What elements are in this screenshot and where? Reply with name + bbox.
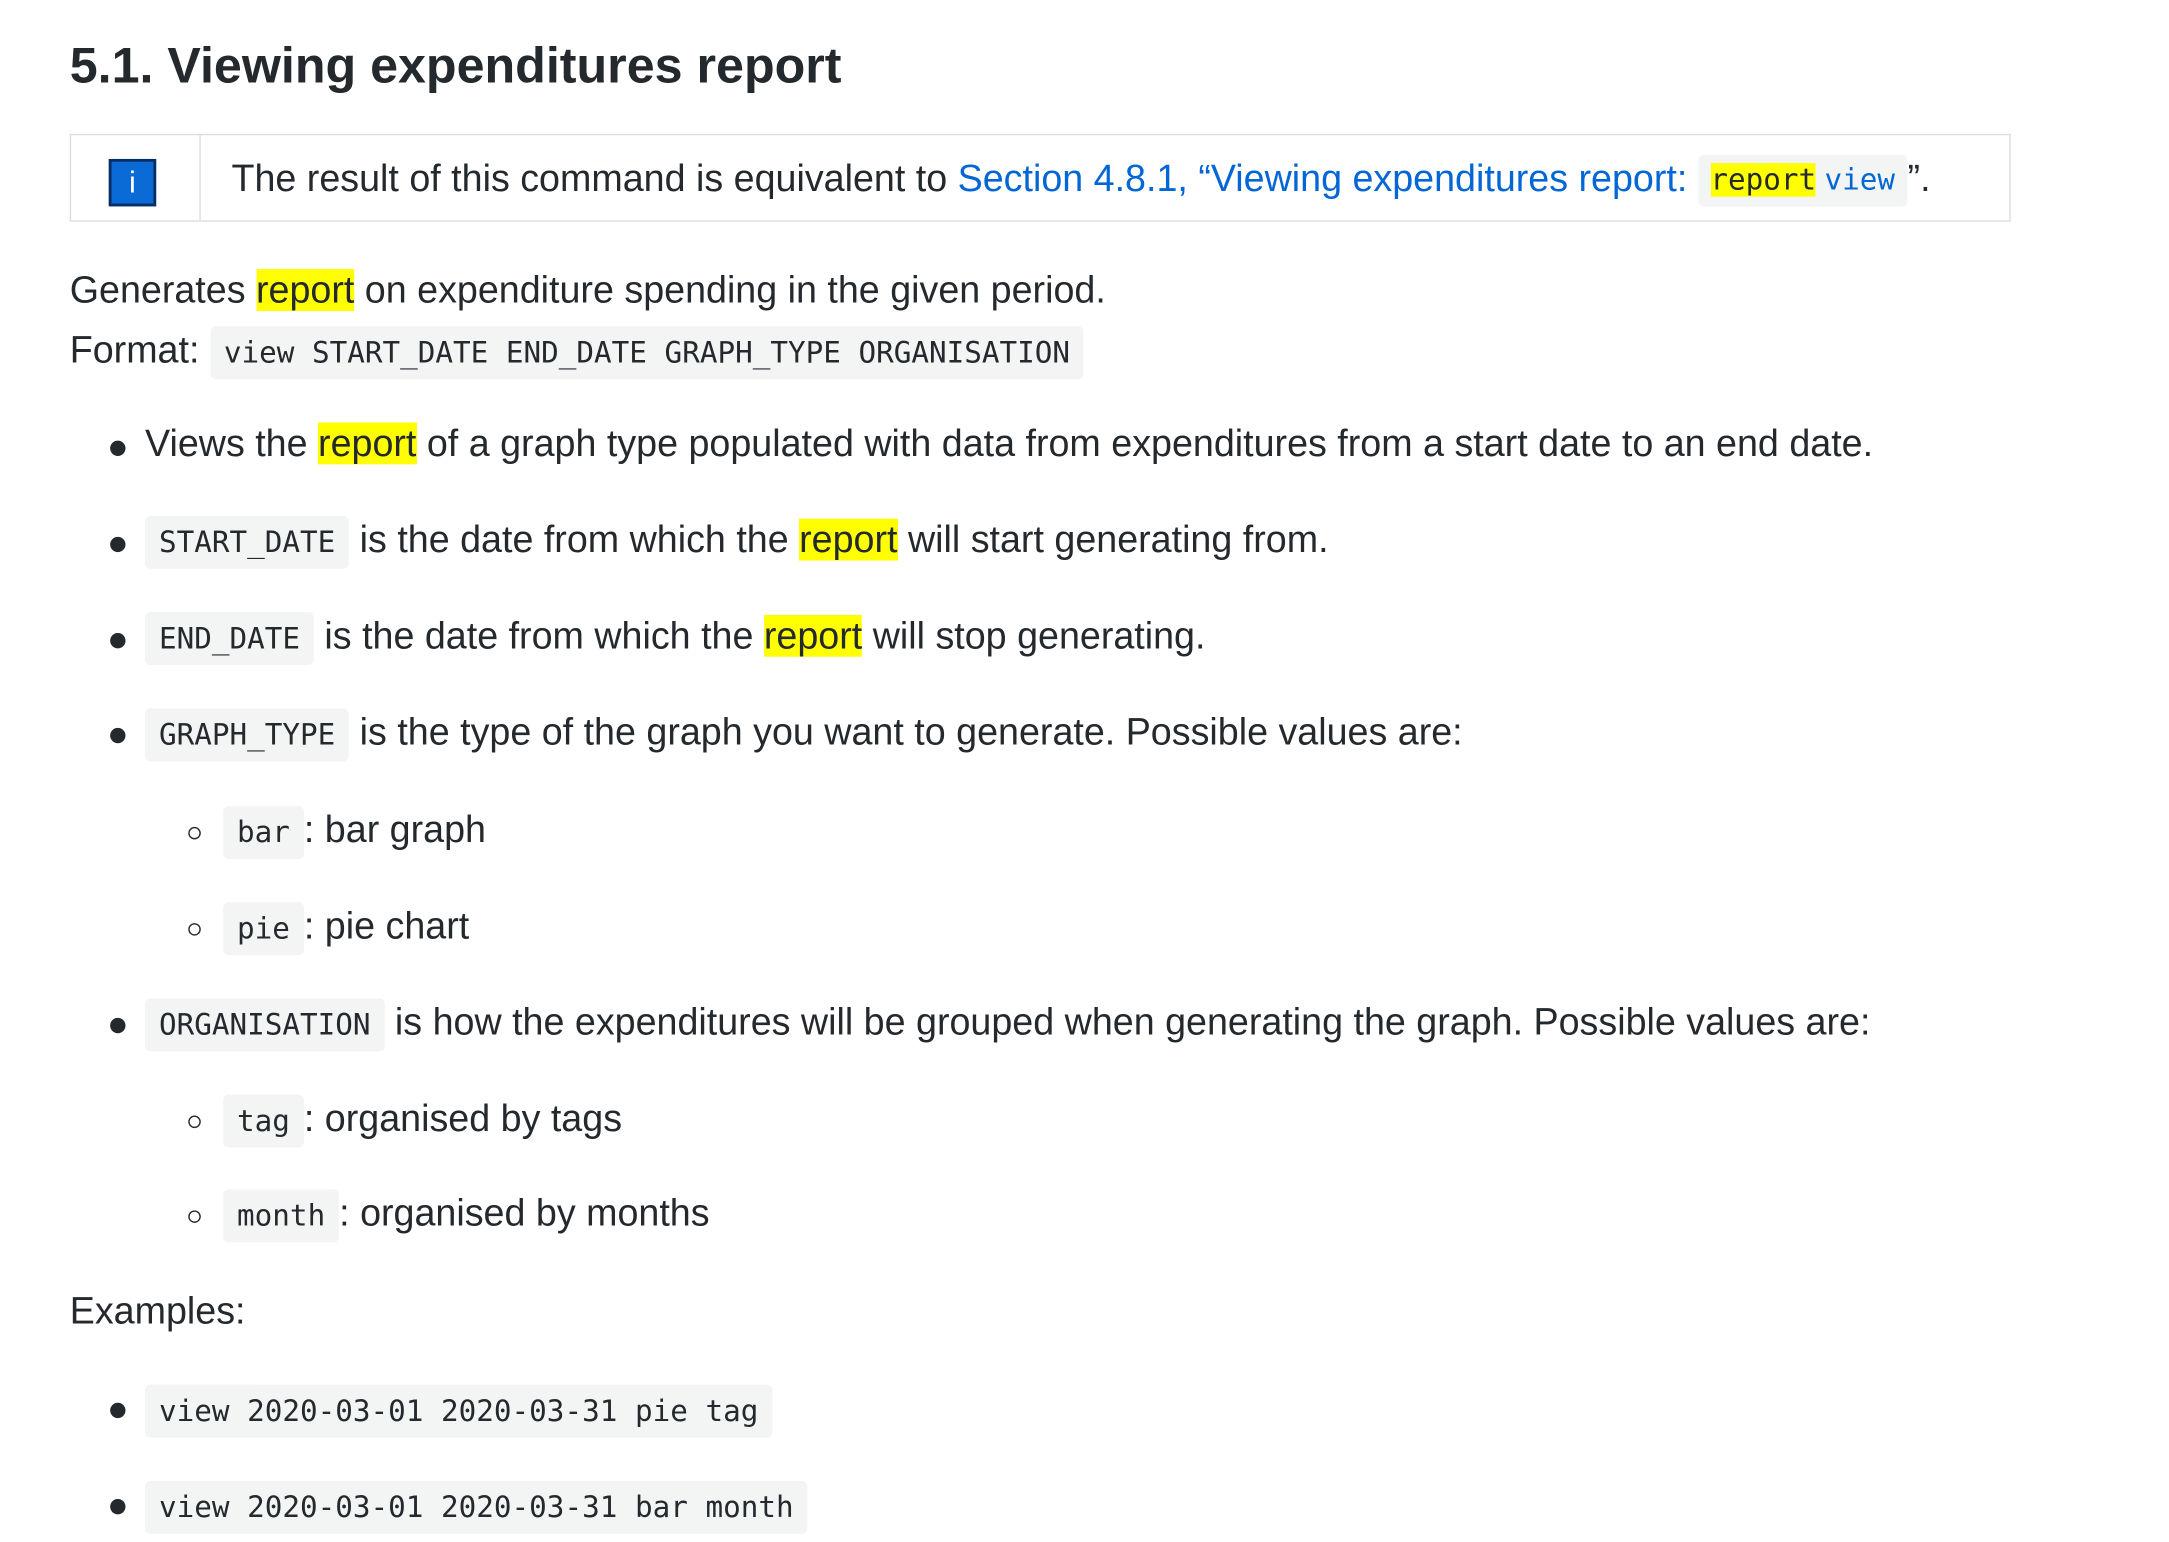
intro-text-after: on expenditure spending in the given per…: [354, 269, 1106, 311]
admonition-prefix: The result of this command is equivalent…: [231, 157, 958, 200]
bullet-text: is the type of the graph you want to gen…: [349, 711, 1463, 753]
bullet-text: of a graph type populated with data from…: [416, 422, 1874, 465]
bullet-dot: [110, 633, 126, 649]
bullet-dot: [110, 727, 126, 744]
admonition-suffix: ”.: [1907, 157, 1931, 200]
graph-type-code: GRAPH_TYPE: [145, 708, 350, 762]
section-link-code[interactable]: report view: [1697, 154, 1908, 207]
report-highlight: report: [255, 269, 355, 311]
sub-bullet-bar: bar: bar graph: [223, 805, 486, 859]
bullet-dot: [110, 1498, 126, 1515]
format-label: Format:: [69, 329, 210, 371]
section-title: 5.1. Viewing expenditures report: [69, 36, 842, 94]
format-code: view START_DATE END_DATE GRAPH_TYPE ORGA…: [209, 326, 1084, 380]
info-icon: i: [108, 158, 157, 207]
bullet-text: : organised by tags: [303, 1097, 623, 1140]
bullet-text: Views the: [145, 422, 319, 465]
format-line: Format: view START_DATE END_DATE GRAPH_T…: [69, 326, 1084, 380]
sub-bullet-pie: pie: pie chart: [223, 902, 470, 956]
document-page: 5.1. Viewing expenditures report i The r…: [0, 0, 2168, 1542]
bullet-dot: [110, 440, 126, 456]
code-report-highlight: report: [1710, 163, 1817, 197]
bullet-text: : bar graph: [303, 808, 486, 851]
code-view: view: [1824, 163, 1896, 197]
bullet-text: : organised by months: [339, 1192, 710, 1235]
bullet-dot: [110, 1402, 126, 1419]
bullet-dot: [110, 536, 126, 553]
bullet-text: is the date from which the: [313, 614, 764, 657]
example-item: view 2020-03-01 2020-03-31 pie tag: [145, 1384, 773, 1438]
end-date-code: END_DATE: [145, 612, 314, 666]
bar-code: bar: [223, 805, 304, 859]
example-item: view 2020-03-01 2020-03-31 bar month: [145, 1480, 808, 1534]
example-code: view 2020-03-01 2020-03-31 bar month: [145, 1480, 808, 1534]
section-link-text[interactable]: Section 4.8.1, “Viewing expenditures rep…: [958, 158, 1698, 200]
month-code: month: [223, 1189, 340, 1243]
bullet-text: is how the expenditures will be grouped …: [384, 1001, 1871, 1044]
sub-bullet-circle: [188, 826, 201, 840]
bullet-end-date: END_DATE is the date from which the repo…: [145, 612, 1206, 666]
report-highlight: report: [318, 422, 417, 465]
sub-bullet-month: month: organised by months: [223, 1189, 710, 1243]
intro-paragraph: Generates report on expenditure spending…: [70, 269, 1106, 312]
start-date-code: START_DATE: [145, 515, 350, 569]
bullet-text: : pie chart: [303, 904, 470, 947]
sub-bullet-circle: [188, 923, 201, 936]
bullet-start-date: START_DATE is the date from which the re…: [145, 515, 1329, 569]
bullet-graph-type: GRAPH_TYPE is the type of the graph you …: [145, 708, 1463, 762]
sub-bullet-circle: [188, 1210, 201, 1223]
bullet-organisation: ORGANISATION is how the expenditures wil…: [145, 998, 1871, 1052]
sub-bullet-circle: [188, 1115, 201, 1129]
bullet-views-report: Views the report of a graph type populat…: [145, 422, 1874, 466]
example-code: view 2020-03-01 2020-03-31 pie tag: [145, 1384, 773, 1438]
sub-bullet-tag: tag: organised by tags: [223, 1094, 623, 1148]
admonition-text: The result of this command is equivalent…: [201, 135, 1931, 220]
bullet-dot: [110, 1017, 126, 1034]
admonition-icon-cell: i: [71, 135, 201, 221]
tag-code: tag: [223, 1094, 304, 1148]
bullet-text: is the date from which the: [349, 518, 800, 561]
examples-label: Examples:: [69, 1289, 246, 1332]
info-admonition: i The result of this command is equivale…: [69, 133, 2011, 222]
report-highlight: report: [763, 614, 863, 657]
report-highlight: report: [799, 518, 898, 561]
section-link[interactable]: Section 4.8.1, “Viewing expenditures rep…: [958, 154, 1908, 207]
organisation-code: ORGANISATION: [145, 998, 385, 1052]
pie-code: pie: [223, 902, 304, 956]
bullet-text: will stop generating.: [862, 614, 1206, 657]
intro-text-before: Generates: [69, 269, 256, 311]
bullet-text: will start generating from.: [897, 518, 1329, 561]
